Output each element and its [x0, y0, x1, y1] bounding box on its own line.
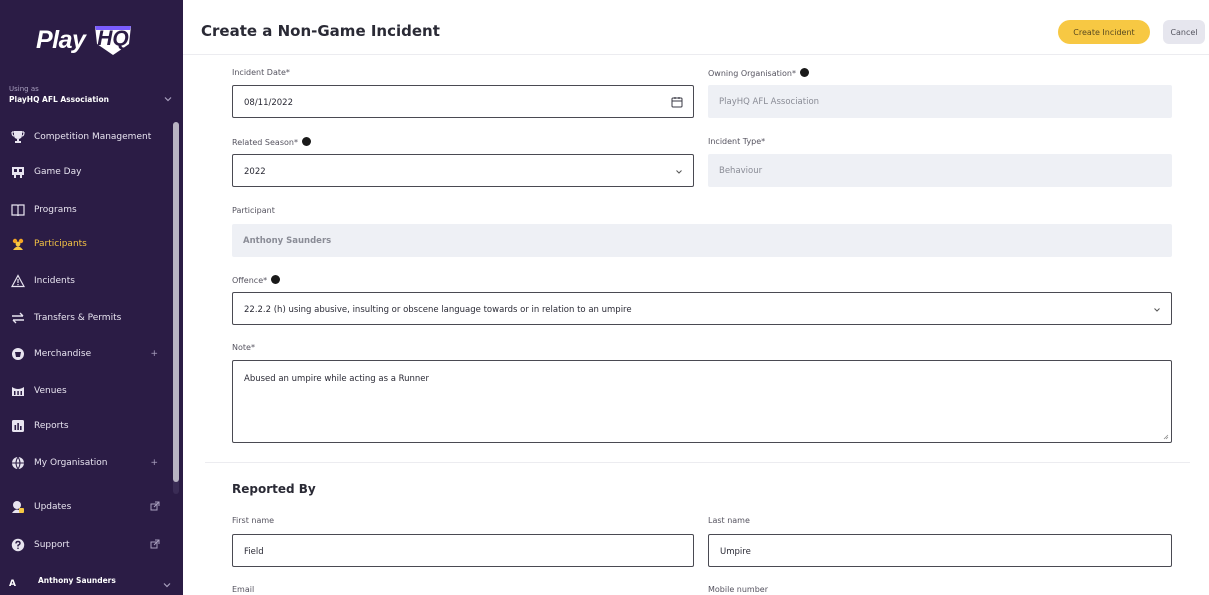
- playhq-logo[interactable]: Play HQ: [36, 24, 156, 58]
- sidebar-item-label: Programs: [34, 205, 77, 215]
- sidebar: Play HQ Using as PlayHQ AFL Association …: [0, 0, 183, 595]
- section-divider: [205, 462, 1190, 463]
- sidebar-item-merchandise[interactable]: Merchandise +: [0, 339, 172, 369]
- last-name-label: Last name: [708, 516, 750, 525]
- offence-label: Offence*: [232, 275, 281, 285]
- participant-field: Anthony Saunders: [232, 224, 1172, 257]
- sidebar-item-game-day[interactable]: Game Day: [0, 157, 172, 187]
- note-textarea[interactable]: Abused an umpire while acting as a Runne…: [232, 360, 1172, 443]
- reported-by-heading: Reported By: [232, 482, 316, 496]
- offence-value: 22.2.2 (h) using abusive, insulting or o…: [244, 305, 632, 315]
- sidebar-item-venues[interactable]: Venues: [0, 376, 172, 406]
- participant-value: Anthony Saunders: [243, 236, 332, 246]
- expand-plus-icon[interactable]: +: [150, 349, 158, 359]
- external-link-icon: [150, 539, 160, 549]
- sidebar-item-label: Support: [34, 540, 70, 550]
- owning-organisation-label: Owning Organisation*: [708, 68, 809, 78]
- org-label: Using as: [9, 85, 39, 93]
- sidebar-item-label: Transfers & Permits: [34, 313, 122, 323]
- offence-select[interactable]: 22.2.2 (h) using abusive, insulting or o…: [232, 292, 1172, 325]
- help-icon: [11, 538, 25, 552]
- page-title: Create a Non-Game Incident: [201, 22, 440, 40]
- sidebar-item-programs[interactable]: Programs: [0, 195, 172, 225]
- avatar: A: [9, 579, 16, 589]
- info-icon[interactable]: [799, 68, 809, 77]
- sidebar-scrollbar-thumb[interactable]: [173, 122, 179, 482]
- chevron-down-icon: [1154, 308, 1160, 312]
- sidebar-item-label: My Organisation: [34, 458, 108, 468]
- sidebar-item-incidents[interactable]: Incidents: [0, 266, 172, 296]
- sidebar-item-reports[interactable]: Reports: [0, 411, 172, 441]
- participant-label: Participant: [232, 206, 275, 215]
- incident-date-value: 08/11/2022: [244, 98, 293, 108]
- updates-icon: [11, 500, 25, 514]
- incident-date-field[interactable]: 08/11/2022: [232, 85, 694, 118]
- first-name-label: First name: [232, 516, 275, 525]
- related-season-select[interactable]: 2022: [232, 154, 694, 187]
- logo-play-text: Play: [36, 26, 86, 54]
- chevron-down-icon: [676, 170, 682, 174]
- info-icon[interactable]: [301, 137, 311, 146]
- page-header: Create a Non-Game Incident Create Incide…: [183, 0, 1209, 55]
- calendar-icon[interactable]: [671, 96, 683, 108]
- owning-organisation-field: PlayHQ AFL Association: [708, 85, 1172, 118]
- scoreboard-icon: [11, 165, 25, 179]
- chevron-down-icon: [164, 97, 172, 102]
- incident-type-label: Incident Type*: [708, 137, 766, 146]
- participants-icon: [11, 237, 25, 251]
- organisation-switcher[interactable]: Using as PlayHQ AFL Association: [9, 85, 174, 111]
- resize-handle-icon[interactable]: [1163, 434, 1169, 440]
- expand-plus-icon[interactable]: +: [150, 458, 158, 468]
- sidebar-item-label: Venues: [34, 386, 67, 396]
- sidebar-item-transfers-permits[interactable]: Transfers & Permits: [0, 303, 172, 333]
- report-icon: [11, 419, 25, 433]
- sidebar-item-label: Reports: [34, 421, 69, 431]
- sidebar-item-label: Participants: [34, 239, 87, 249]
- sidebar-item-my-organisation[interactable]: My Organisation +: [0, 448, 172, 478]
- sidebar-item-participants[interactable]: Participants: [0, 229, 172, 259]
- sidebar-item-label: Merchandise: [34, 349, 92, 359]
- incident-date-label: Incident Date*: [232, 68, 290, 77]
- book-icon: [11, 203, 25, 217]
- org-name: PlayHQ AFL Association: [9, 95, 109, 104]
- sidebar-item-support[interactable]: Support: [0, 530, 172, 560]
- mobile-number-label: Mobile number: [708, 585, 769, 594]
- sidebar-item-label: Game Day: [34, 167, 82, 177]
- user-menu[interactable]: A Anthony Saunders: [0, 568, 183, 595]
- incident-type-value: Behaviour: [719, 166, 763, 176]
- owning-organisation-value: PlayHQ AFL Association: [719, 97, 820, 107]
- warning-icon: [11, 274, 25, 288]
- merchandise-icon: [11, 347, 25, 361]
- first-name-input[interactable]: Field: [232, 534, 694, 567]
- sidebar-item-updates[interactable]: Updates: [0, 492, 172, 522]
- transfer-icon: [11, 311, 25, 325]
- incident-type-field: Behaviour: [708, 154, 1172, 187]
- sidebar-item-label: Updates: [34, 502, 72, 512]
- sidebar-item-competition-management[interactable]: Competition Management: [0, 122, 172, 152]
- venue-icon: [11, 384, 25, 398]
- last-name-input[interactable]: Umpire: [708, 534, 1172, 567]
- first-name-value: Field: [244, 547, 264, 557]
- cancel-button[interactable]: Cancel: [1163, 20, 1205, 44]
- trophy-icon: [11, 130, 25, 144]
- related-season-label: Related Season*: [232, 137, 311, 147]
- sidebar-item-label: Competition Management: [34, 132, 152, 142]
- related-season-value: 2022: [244, 167, 266, 177]
- logo-hq-text: HQ: [97, 27, 129, 50]
- note-label: Note*: [232, 343, 255, 352]
- user-name: Anthony Saunders: [38, 576, 116, 585]
- last-name-value: Umpire: [720, 547, 751, 557]
- email-label: Email: [232, 585, 255, 594]
- note-value: Abused an umpire while acting as a Runne…: [244, 374, 430, 384]
- info-icon[interactable]: [271, 275, 281, 284]
- create-incident-button[interactable]: Create Incident: [1058, 20, 1150, 44]
- sidebar-item-label: Incidents: [34, 276, 75, 286]
- globe-icon: [11, 456, 25, 470]
- external-link-icon: [150, 501, 160, 511]
- chevron-down-icon: [163, 583, 171, 588]
